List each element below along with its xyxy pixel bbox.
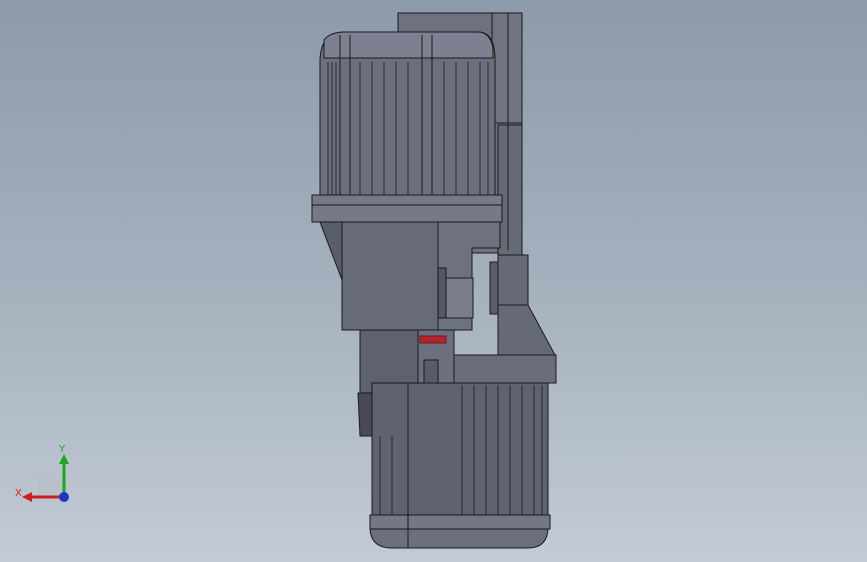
z-axis-icon bbox=[59, 492, 69, 502]
upper-flange bbox=[311, 194, 503, 223]
triad-plane bbox=[38, 471, 64, 497]
y-axis-label: Y bbox=[58, 444, 66, 455]
x-axis-arrow-icon bbox=[22, 492, 32, 502]
y-axis-arrow-icon bbox=[59, 454, 69, 464]
x-axis-label: X bbox=[15, 488, 22, 499]
3d-viewport[interactable]: Y X bbox=[0, 0, 867, 562]
orientation-triad[interactable]: Y X bbox=[10, 440, 80, 510]
lower-motor-housing bbox=[369, 354, 557, 549]
gear-motor-model[interactable] bbox=[0, 0, 867, 562]
